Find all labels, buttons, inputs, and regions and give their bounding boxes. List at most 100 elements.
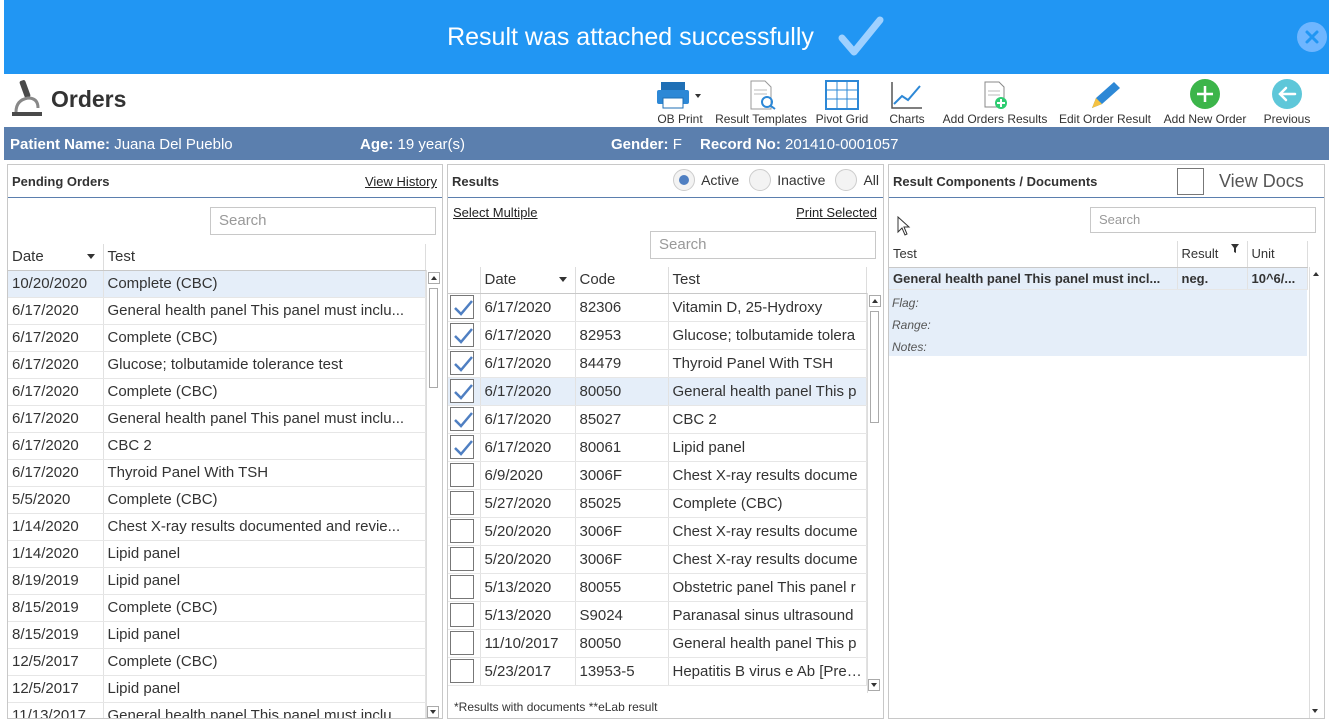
table-row[interactable]: 6/17/2020 CBC 2 bbox=[8, 432, 426, 460]
order-date: 6/17/2020 bbox=[8, 297, 104, 325]
row-checkbox[interactable] bbox=[450, 351, 474, 375]
filter-all-radio[interactable]: All bbox=[835, 169, 879, 191]
scroll-down-icon[interactable] bbox=[1310, 706, 1322, 718]
order-test: Complete (CBC) bbox=[103, 270, 426, 298]
result-test: Chest X-ray results docume bbox=[668, 461, 867, 490]
order-date: 1/14/2020 bbox=[8, 513, 104, 541]
scroll-up-icon[interactable] bbox=[427, 272, 440, 284]
order-test: General health panel This panel must inc… bbox=[103, 702, 426, 718]
add-orders-results-button[interactable]: Add Orders Results bbox=[937, 76, 1053, 126]
ob-print-button[interactable]: OB Print bbox=[645, 76, 715, 126]
table-row[interactable]: 11/10/2017 80050 General health panel This… bbox=[448, 629, 867, 658]
table-row[interactable]: 6/17/2020 Glucose; tolbutamide tolerance … bbox=[8, 351, 426, 379]
view-docs-checkbox[interactable] bbox=[1177, 168, 1204, 195]
row-checkbox[interactable] bbox=[450, 379, 474, 403]
table-row[interactable]: 6/17/2020 General health panel This panel… bbox=[8, 297, 426, 325]
table-row[interactable]: 8/19/2019 Lipid panel bbox=[8, 567, 426, 595]
row-checkbox[interactable] bbox=[450, 547, 474, 571]
table-row[interactable]: 1/14/2020 Chest X-ray results documented … bbox=[8, 513, 426, 541]
table-row[interactable]: 10/20/2020 Complete (CBC) bbox=[8, 270, 426, 298]
row-checkbox[interactable] bbox=[450, 603, 474, 627]
pending-orders-panel: Pending Orders View History Search Date … bbox=[7, 164, 443, 719]
order-date: 6/17/2020 bbox=[8, 351, 104, 379]
row-checkbox[interactable] bbox=[450, 491, 474, 515]
row-checkbox[interactable] bbox=[450, 435, 474, 459]
filter-inactive-radio[interactable]: Inactive bbox=[749, 169, 825, 191]
previous-button[interactable]: Previous bbox=[1253, 76, 1321, 126]
table-row[interactable]: 11/13/2017 General health panel This pane… bbox=[8, 702, 426, 718]
table-row[interactable]: 6/17/2020 Thyroid Panel With TSH bbox=[8, 459, 426, 487]
row-checkbox[interactable] bbox=[450, 631, 474, 655]
view-history-link[interactable]: View History bbox=[365, 174, 437, 189]
row-checkbox[interactable] bbox=[450, 659, 474, 683]
result-date: 5/20/2020 bbox=[480, 517, 576, 546]
column-header-date[interactable]: Date bbox=[8, 244, 104, 271]
table-row[interactable]: 6/17/2020 80061 Lipid panel bbox=[448, 433, 867, 462]
close-icon[interactable] bbox=[1297, 22, 1327, 52]
pending-orders-title: Pending Orders bbox=[12, 173, 110, 189]
result-code: 80055 bbox=[575, 573, 669, 602]
row-checkbox[interactable] bbox=[450, 323, 474, 347]
column-header-test[interactable]: Test bbox=[668, 267, 867, 294]
filter-icon[interactable] bbox=[1230, 244, 1239, 253]
row-checkbox[interactable] bbox=[450, 519, 474, 543]
pivot-grid-button[interactable]: Pivot Grid bbox=[807, 76, 877, 126]
add-new-order-button[interactable]: Add New Order bbox=[1157, 76, 1253, 126]
table-row[interactable]: 5/27/2020 85025 Complete (CBC) bbox=[448, 489, 867, 518]
order-date: 1/14/2020 bbox=[8, 540, 104, 568]
table-row[interactable]: 1/14/2020 Lipid panel bbox=[8, 540, 426, 568]
table-row[interactable]: 6/9/2020 3006F Chest X-ray results docume bbox=[448, 461, 867, 490]
table-row[interactable]: 6/17/2020 80050 General health panel This … bbox=[448, 377, 867, 406]
print-selected-link[interactable]: Print Selected bbox=[796, 205, 877, 220]
scroll-thumb[interactable] bbox=[429, 288, 438, 388]
column-header-test[interactable]: Test bbox=[889, 241, 1178, 268]
table-row[interactable]: 6/17/2020 84479 Thyroid Panel With TSH bbox=[448, 349, 867, 378]
column-header-date[interactable]: Date bbox=[480, 267, 576, 294]
table-row[interactable]: 5/13/2020 80055 Obstetric panel This panel… bbox=[448, 573, 867, 602]
table-row[interactable]: 12/5/2017 Complete (CBC) bbox=[8, 648, 426, 676]
table-row[interactable]: 5/5/2020 Complete (CBC) bbox=[8, 486, 426, 514]
select-multiple-link[interactable]: Select Multiple bbox=[453, 205, 538, 220]
table-row[interactable]: 8/15/2019 Lipid panel bbox=[8, 621, 426, 649]
scroll-thumb[interactable] bbox=[870, 311, 879, 423]
result-code: 82953 bbox=[575, 321, 669, 350]
result-filter-group: Active Inactive All bbox=[663, 169, 879, 191]
filter-active-radio[interactable]: Active bbox=[673, 169, 739, 191]
result-test: General health panel This p bbox=[668, 629, 867, 658]
pending-search-input[interactable]: Search bbox=[210, 207, 436, 235]
table-row[interactable]: 6/17/2020 Complete (CBC) bbox=[8, 324, 426, 352]
column-header-result[interactable]: Result bbox=[1177, 241, 1248, 268]
scroll-up-icon[interactable] bbox=[1311, 269, 1323, 281]
column-header-unit[interactable]: Unit bbox=[1247, 241, 1308, 268]
table-row[interactable]: 6/17/2020 82306 Vitamin D, 25-Hydroxy bbox=[448, 293, 867, 322]
view-docs-toggle[interactable]: View Docs bbox=[1177, 168, 1304, 195]
component-row[interactable]: General health panel This panel must inc… bbox=[889, 267, 1308, 290]
row-checkbox[interactable] bbox=[450, 407, 474, 431]
row-checkbox[interactable] bbox=[450, 295, 474, 319]
table-row[interactable]: 5/20/2020 3006F Chest X-ray results docume bbox=[448, 545, 867, 574]
table-row[interactable]: 6/17/2020 82953 Glucose; tolbutamide toler… bbox=[448, 321, 867, 350]
scroll-up-icon[interactable] bbox=[868, 295, 881, 307]
table-row[interactable]: 5/20/2020 3006F Chest X-ray results docume bbox=[448, 517, 867, 546]
components-search-input[interactable]: Search bbox=[1090, 207, 1316, 233]
column-header-code[interactable]: Code bbox=[575, 267, 669, 294]
row-checkbox[interactable] bbox=[450, 575, 474, 599]
table-row[interactable]: 5/23/2017 13953-5 Hepatitis B virus e Ab [… bbox=[448, 657, 867, 686]
scroll-down-icon[interactable] bbox=[868, 679, 880, 691]
scroll-down-icon[interactable] bbox=[427, 706, 439, 718]
result-templates-button[interactable]: Result Templates bbox=[715, 76, 807, 126]
row-checkbox[interactable] bbox=[450, 463, 474, 487]
edit-order-result-button[interactable]: Edit Order Result bbox=[1053, 76, 1157, 126]
results-search-input[interactable]: Search bbox=[650, 231, 876, 259]
table-row[interactable]: 8/15/2019 Complete (CBC) bbox=[8, 594, 426, 622]
column-header-test[interactable]: Test bbox=[103, 244, 426, 271]
table-row[interactable]: 6/17/2020 85027 CBC 2 bbox=[448, 405, 867, 434]
pending-scrollbar[interactable] bbox=[426, 270, 440, 718]
table-row[interactable]: 6/17/2020 Complete (CBC) bbox=[8, 378, 426, 406]
results-scrollbar[interactable] bbox=[867, 293, 881, 693]
table-row[interactable]: 12/5/2017 Lipid panel bbox=[8, 675, 426, 703]
table-row[interactable]: 6/17/2020 General health panel This panel… bbox=[8, 405, 426, 433]
components-scrollbar[interactable] bbox=[1309, 267, 1323, 718]
charts-button[interactable]: Charts bbox=[877, 76, 937, 126]
table-row[interactable]: 5/13/2020 S9024 Paranasal sinus ultrasound bbox=[448, 601, 867, 630]
